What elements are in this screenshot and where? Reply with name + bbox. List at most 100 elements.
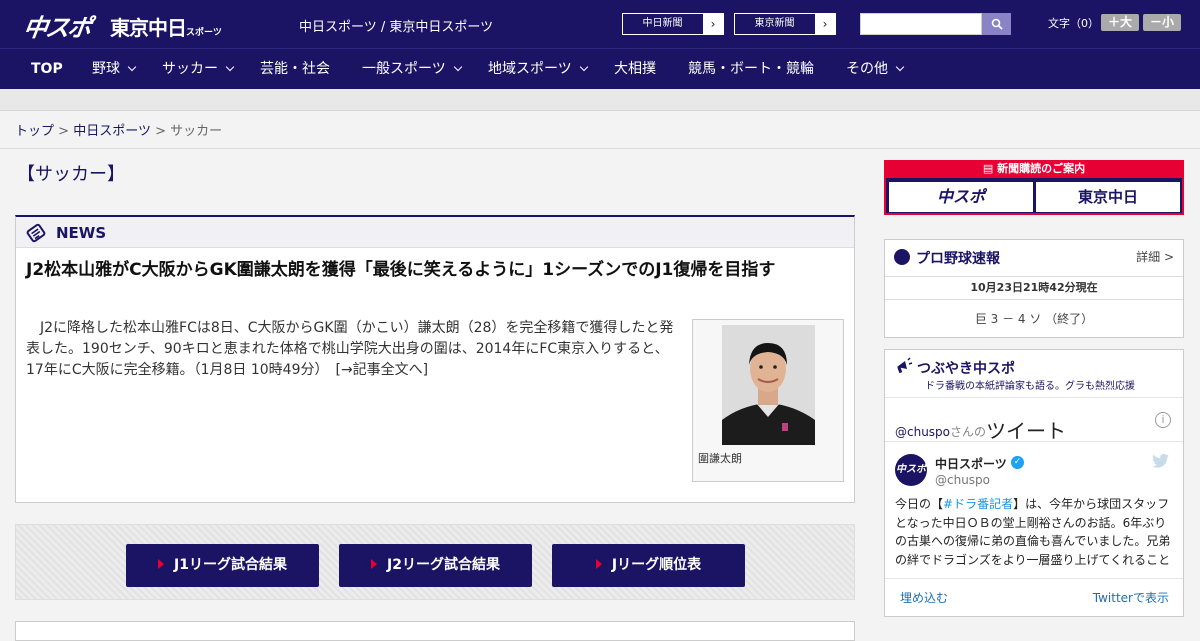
article-title[interactable]: J2松本山雅がC大阪からGK圍謙太朗を獲得「最後に笑えるように」1シーズンでのJ…	[26, 257, 826, 284]
league-links: J1リーグ試合結果 J2リーグ試合結果 Jリーグ順位表	[15, 524, 855, 600]
tweet-hashtag[interactable]: #ドラ番記者	[943, 497, 1013, 511]
chevron-down-icon	[225, 62, 235, 72]
j2-results-label: J2リーグ試合結果	[387, 557, 500, 573]
nav-item-entertainment[interactable]: 芸能・社会	[260, 49, 330, 90]
font-size-label: 文字（0）	[1048, 17, 1099, 30]
breadcrumb-separator: >	[58, 124, 70, 139]
news-icon	[26, 223, 46, 243]
header-bar: 中スポ 東京中日スポーツ 中日スポーツ / 東京中日スポーツ 中日新聞 › 東京…	[0, 0, 1200, 48]
photo-caption: 圍謙太朗	[698, 452, 742, 465]
next-section-box	[15, 621, 855, 641]
nav-item-racing[interactable]: 競馬・ボート・競輪	[688, 49, 814, 90]
subscription-title: ▤ 新聞購読のご案内	[884, 160, 1184, 178]
subscription-banner[interactable]: ▤ 新聞購読のご案内 中スポ 東京中日	[884, 160, 1184, 215]
breadcrumb-chunichi-sports[interactable]: 中日スポーツ	[73, 124, 151, 139]
breadcrumb-top[interactable]: トップ	[15, 124, 54, 139]
tweet-widget-footer: 埋め込む Twitterで表示	[885, 578, 1183, 616]
search-button[interactable]	[982, 13, 1011, 35]
newspaper-icon: ▤	[982, 162, 998, 175]
breadcrumb-current: サッカー	[170, 124, 223, 139]
j-league-standings-button[interactable]: Jリーグ順位表	[552, 544, 745, 587]
nav-item-top[interactable]: TOP	[31, 49, 63, 90]
tweet-feed-handle-suffix: さんの	[950, 425, 987, 439]
nav-item-sumo[interactable]: 大相撲	[614, 49, 656, 90]
chevron-right-icon: ›	[703, 14, 723, 34]
tweet-feed-handle[interactable]: @chuspo	[895, 425, 950, 439]
avatar[interactable]: 中スポ	[895, 454, 927, 486]
nav-item-local-sports[interactable]: 地域スポーツ	[488, 49, 588, 90]
breadcrumb: トップ > 中日スポーツ > サッカー	[15, 120, 222, 139]
site-tagline[interactable]: 中日スポーツ / 東京中日スポーツ	[299, 16, 493, 35]
chevron-down-icon	[895, 62, 905, 72]
j2-results-button[interactable]: J2リーグ試合結果	[339, 544, 532, 587]
triangle-right-icon	[158, 559, 165, 569]
breadcrumb-divider	[0, 148, 1200, 149]
tweet-widget-subtitle: ドラ番戦の本紙評論家も語る。グラも熱烈応援	[925, 381, 1135, 392]
font-small-button[interactable]: －小	[1143, 14, 1181, 31]
news-label: NEWS	[56, 224, 107, 242]
baseball-detail-link[interactable]: 詳細 >	[1136, 248, 1174, 265]
nav-label: 地域スポーツ	[488, 61, 572, 77]
tweet-feed-heading: @chuspoさんのツイート	[895, 413, 1067, 443]
nav-label: 競馬・ボート・競輪	[688, 61, 814, 77]
page-title: 【サッカー】	[17, 164, 125, 185]
search-input[interactable]	[860, 13, 982, 35]
subscribe-tokyo-logo[interactable]: 東京中日	[1036, 182, 1180, 212]
search-icon	[991, 18, 1003, 30]
chunichi-shimbun-label: 中日新聞	[623, 14, 703, 34]
divider-band	[0, 89, 1200, 111]
twitter-bird-icon[interactable]	[1152, 454, 1169, 468]
chevron-down-icon	[127, 62, 137, 72]
info-icon[interactable]: i	[1155, 412, 1171, 428]
nav-label: 一般スポーツ	[362, 61, 446, 77]
chevron-right-icon: ›	[815, 14, 835, 34]
baseball-scores-widget: プロ野球速報 詳細 > 10月23日21時42分現在 巨 3 － 4 ソ （終了…	[884, 239, 1184, 338]
breadcrumb-separator: >	[155, 124, 166, 139]
tokyo-shimbun-label: 東京新聞	[735, 14, 815, 34]
tweet-text-before: 今日の【	[895, 497, 944, 511]
player-photo[interactable]	[722, 325, 815, 445]
tweet-widget-title: つぶやき中スポ	[917, 361, 1015, 377]
nav-item-general-sports[interactable]: 一般スポーツ	[362, 49, 462, 90]
tokyo-logo-small: スポーツ	[186, 28, 222, 38]
nav-item-other[interactable]: その他	[846, 49, 905, 90]
nav-label: 大相撲	[614, 61, 656, 77]
j-league-standings-label: Jリーグ順位表	[611, 557, 702, 573]
tweet-author-name[interactable]: 中日スポーツ	[935, 455, 1007, 472]
nav-label: その他	[846, 61, 888, 77]
baseball-score[interactable]: 巨 3 － 4 ソ （終了）	[885, 310, 1183, 327]
tokyo-logo-text: 東京中日	[110, 16, 187, 40]
baseball-title: プロ野球速報	[916, 251, 1000, 267]
news-box: NEWS J2松本山雅がC大阪からGK圍謙太朗を獲得「最後に笑えるように」1シー…	[15, 215, 855, 503]
j1-results-button[interactable]: J1リーグ試合結果	[126, 544, 319, 587]
chevron-down-icon	[453, 62, 462, 72]
article-body: J2に降格した松本山雅FCは8日、C大阪からGK圍（かこい）謙太朗（28）を完全…	[26, 320, 674, 378]
article-photo-box: 圍謙太朗	[692, 319, 844, 482]
baseball-icon	[894, 249, 910, 265]
tweet-feed-header: @chuspoさんのツイート i	[885, 397, 1183, 443]
font-large-button[interactable]: ＋大	[1101, 14, 1139, 31]
megaphone-icon	[897, 357, 913, 374]
twitter-widget: つぶやき中スポ ドラ番戦の本紙評論家も語る。グラも熱烈応援 @chuspoさんの…	[884, 349, 1184, 617]
nav-label: TOP	[31, 61, 63, 77]
subscription-title-text: 新聞購読のご案内	[997, 162, 1086, 175]
j1-results-label: J1リーグ試合結果	[174, 557, 287, 573]
baseball-updated-time: 10月23日21時42分現在	[885, 276, 1183, 300]
tokyo-chunichi-logo[interactable]: 東京中日スポーツ	[110, 12, 222, 41]
chuspo-logo[interactable]: 中スポ	[22, 8, 93, 43]
view-on-twitter-link[interactable]: Twitterで表示	[1093, 589, 1169, 606]
chunichi-shimbun-link[interactable]: 中日新聞 ›	[622, 13, 724, 35]
tokyo-shimbun-link[interactable]: 東京新聞 ›	[734, 13, 836, 35]
triangle-right-icon	[371, 559, 378, 569]
tweet-feed-heading-text: ツイート	[986, 419, 1067, 443]
tweet-author-handle[interactable]: @chuspo	[935, 473, 990, 487]
main-nav: TOP 野球 サッカー 芸能・社会 一般スポーツ 地域スポーツ 大相撲 競馬・ボ…	[0, 48, 1200, 89]
embed-link[interactable]: 埋め込む	[900, 589, 948, 606]
news-header: NEWS	[16, 217, 854, 248]
nav-label: 芸能・社会	[260, 61, 330, 77]
subscribe-chuspo-logo[interactable]: 中スポ	[889, 182, 1033, 212]
nav-item-soccer[interactable]: サッカー	[162, 49, 235, 90]
nav-item-baseball[interactable]: 野球	[92, 49, 137, 90]
nav-label: 野球	[92, 61, 120, 77]
tweet-text: 今日の【#ドラ番記者】は、今年から球団スタッフとなった中日ＯＢの堂上剛裕さんのお…	[895, 495, 1175, 569]
